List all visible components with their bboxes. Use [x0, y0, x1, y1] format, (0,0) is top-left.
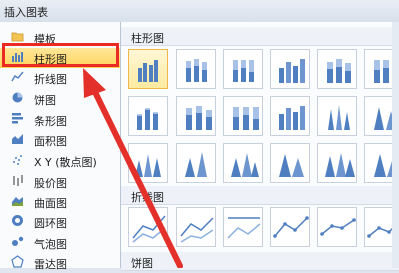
sidebar-item-label: 股价图: [34, 177, 67, 190]
sidebar-item-label: 气泡图: [34, 238, 67, 251]
sidebar-item-label: 雷达图: [34, 258, 67, 271]
sidebar-item-label: 饼图: [34, 94, 56, 107]
chart-thumb-100-stacked-column[interactable]: [223, 49, 263, 89]
chart-thumb-line[interactable]: [128, 207, 168, 247]
sidebar-item-area[interactable]: 面积图: [0, 130, 120, 150]
dialog-titlebar: 插入图表: [0, 0, 399, 22]
sidebar-item-radar[interactable]: 雷达图: [0, 253, 120, 273]
line-markers-chart-icon: [320, 218, 356, 236]
chart-thumb-3d-stacked-column[interactable]: [317, 49, 357, 89]
dialog-title: 插入图表: [4, 6, 48, 19]
sidebar-item-pie[interactable]: 饼图: [0, 89, 120, 109]
surface-chart-icon: [12, 197, 23, 206]
pie-chart-icon: [12, 92, 23, 103]
chart-thumb-100-stacked-cylinder[interactable]: [223, 96, 263, 136]
3d-stacked-column-icon: [327, 59, 351, 83]
chart-thumb-clustered-column[interactable]: [128, 49, 168, 89]
chart-thumb-stacked-cylinder[interactable]: [176, 96, 216, 136]
chart-thumb-3d-cone[interactable]: [176, 143, 216, 183]
sidebar-item-surface[interactable]: 曲面图: [0, 192, 120, 212]
chart-thumb-clustered-cylinder[interactable]: [128, 96, 168, 136]
section-title: 柱形图: [131, 32, 164, 45]
3d-clustered-column-icon: [279, 59, 305, 83]
cone-chart-icon: [185, 152, 207, 177]
line-markers-chart-icon: [273, 216, 309, 238]
line-chart-icon: [227, 217, 261, 239]
chart-thumb-stacked-line[interactable]: [176, 207, 216, 247]
sidebar-item-stock[interactable]: 股价图: [0, 172, 120, 192]
bubble-chart-icon: [12, 236, 24, 246]
gallery-scrollbar[interactable]: [392, 22, 399, 268]
cylinder-chart-icon: [137, 108, 158, 130]
sidebar-item-bar[interactable]: 条形图: [0, 110, 120, 130]
radar-chart-icon: [11, 255, 24, 268]
chart-thumb-100-stacked-pyramid[interactable]: [317, 143, 357, 183]
folder-icon: [11, 32, 24, 42]
bar-chart-icon: [12, 113, 23, 124]
chart-thumb-stacked-column[interactable]: [176, 49, 216, 89]
pyramid-chart-icon: [279, 154, 304, 177]
line-chart-icon: [180, 217, 214, 243]
section-header-pie: 饼图: [121, 252, 399, 271]
chart-thumb-line-markers[interactable]: [270, 207, 310, 247]
chart-thumb-3d-clustered-column[interactable]: [270, 49, 310, 89]
sidebar-item-label: 圆环图: [34, 217, 67, 230]
sidebar-item-scatter[interactable]: X Y (散点图): [0, 151, 120, 171]
percent-stacked-column-icon: [233, 60, 254, 82]
chart-thumb-stacked-line-markers[interactable]: [317, 207, 357, 247]
chart-thumb-100-stacked-cone[interactable]: [128, 143, 168, 183]
cone-chart-icon: [328, 105, 350, 130]
scatter-chart-icon: [13, 155, 22, 165]
stacked-column-icon: [186, 59, 207, 82]
sidebar-item-label: X Y (散点图): [34, 156, 97, 169]
sidebar-item-label: 条形图: [34, 115, 67, 128]
sidebar-item-label: 面积图: [34, 135, 67, 148]
section-title: 饼图: [131, 257, 153, 270]
chart-thumb-100-stacked-line[interactable]: [223, 207, 263, 247]
clustered-column-icon: [138, 60, 158, 82]
cylinder-chart-icon: [186, 106, 212, 130]
cylinder-chart-icon: [233, 107, 259, 130]
sidebar-item-line[interactable]: 折线图: [0, 68, 120, 88]
cone-chart-icon: [135, 154, 161, 177]
chart-thumb-stacked-pyramid[interactable]: [270, 143, 310, 183]
chart-thumb-clustered-pyramid[interactable]: [223, 143, 263, 183]
sidebar-item-bubble[interactable]: 气泡图: [0, 233, 120, 253]
doughnut-chart-icon: [12, 215, 23, 226]
chart-thumb-3d-cylinder[interactable]: [270, 96, 310, 136]
line-chart-icon: [132, 215, 166, 243]
cylinder-chart-icon: [279, 106, 305, 130]
highlight-box: [2, 43, 119, 67]
sidebar-item-label: 曲面图: [34, 197, 67, 210]
section-title: 折线图: [131, 191, 164, 204]
sidebar-item-label: 折线图: [34, 73, 67, 86]
line-chart-icon: [11, 71, 24, 82]
section-header-column: 柱形图: [121, 27, 399, 46]
pyramid-chart-icon: [325, 153, 355, 177]
chart-thumb-clustered-cone[interactable]: [317, 96, 357, 136]
pyramid-chart-icon: [231, 153, 259, 177]
area-chart-icon: [12, 134, 23, 144]
stock-chart-icon: [13, 175, 23, 186]
section-header-line: 折线图: [121, 186, 399, 205]
sidebar-item-doughnut[interactable]: 圆环图: [0, 212, 120, 232]
